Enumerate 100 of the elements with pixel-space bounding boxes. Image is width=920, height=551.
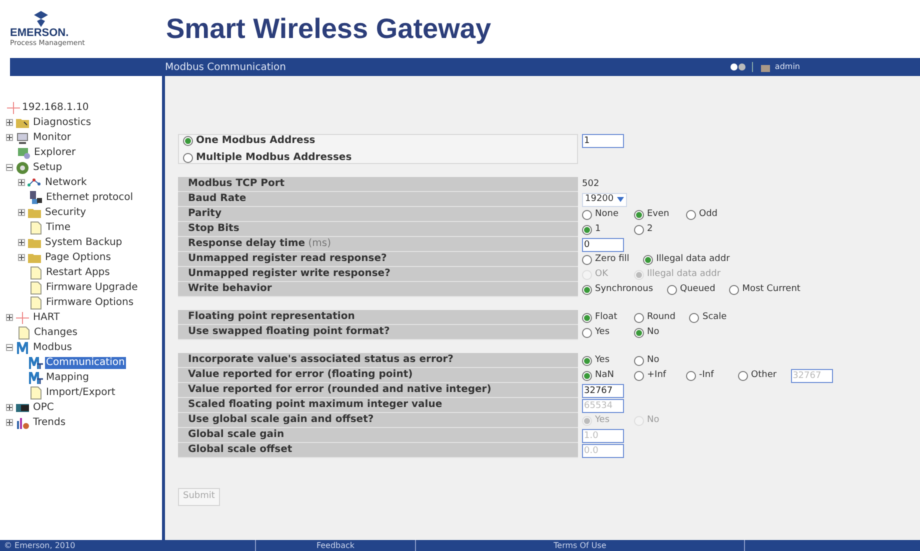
- tree-item[interactable]: Ethernet protocol: [45, 192, 134, 204]
- tree-item[interactable]: Changes: [33, 326, 78, 338]
- modbus-icon: [28, 370, 43, 385]
- expand-icon[interactable]: [6, 404, 13, 411]
- field-label: Value reported for error (floating point): [178, 368, 578, 383]
- radio-button[interactable]: [634, 328, 644, 338]
- monitor-icon: [15, 130, 30, 145]
- radio-button[interactable]: [634, 356, 644, 366]
- radio-button[interactable]: [582, 224, 592, 234]
- field-label: Use swapped floating point format?: [178, 325, 578, 340]
- expand-icon[interactable]: [18, 209, 25, 216]
- tree-item[interactable]: Trends: [32, 416, 67, 428]
- radio-button[interactable]: [686, 370, 696, 380]
- radio-button[interactable]: [634, 210, 644, 220]
- tree-item[interactable]: Modbus: [32, 342, 73, 354]
- tree-item[interactable]: HART: [32, 312, 61, 324]
- tree-item[interactable]: Firmware Options: [45, 296, 135, 308]
- footer-link[interactable]: Terms Of Use: [554, 540, 606, 551]
- radio-button[interactable]: [634, 370, 644, 380]
- field-label: Global scale offset: [178, 443, 578, 458]
- option-label: OK: [595, 268, 608, 281]
- input-field[interactable]: 32767: [582, 384, 624, 398]
- field-label: Response delay time (ms): [178, 237, 578, 252]
- expand-icon[interactable]: [18, 179, 25, 186]
- field-label: Unmapped register read response?: [178, 252, 578, 267]
- radio-button[interactable]: [729, 284, 740, 294]
- option-label: One Modbus Address: [196, 134, 316, 148]
- input-field[interactable]: 1: [582, 134, 624, 148]
- tree-item[interactable]: Firmware Upgrade: [45, 282, 139, 294]
- tree-root[interactable]: 192.168.1.10: [22, 100, 89, 115]
- field-label: Write behavior: [178, 282, 578, 297]
- option-label: Queued: [680, 282, 716, 296]
- brand-name: EMERSON.: [10, 27, 69, 39]
- expand-icon[interactable]: [18, 239, 25, 246]
- page-icon: [28, 220, 43, 235]
- dropdown-icon: [616, 197, 624, 202]
- tree-item[interactable]: Setup: [32, 162, 64, 174]
- radio-button[interactable]: [582, 210, 592, 220]
- field-label: Value reported for error (rounded and native integer): [178, 383, 578, 398]
- radio-button[interactable]: [582, 356, 592, 366]
- radio-button[interactable]: [634, 312, 644, 322]
- field-label: Baud Rate: [178, 192, 578, 207]
- radio-button[interactable]: [582, 312, 592, 322]
- field-label: Global scale gain: [178, 428, 578, 443]
- option-label: Other: [751, 368, 777, 382]
- tree-item[interactable]: OPC: [32, 402, 55, 414]
- option-label: Multiple Modbus Addresses: [196, 151, 352, 165]
- option-label: Yes: [595, 326, 610, 339]
- copyright-text: © Emerson, 2010: [3, 540, 76, 551]
- tree-item[interactable]: Restart Apps: [45, 266, 111, 278]
- collapse-icon[interactable]: [6, 344, 13, 351]
- radio-button[interactable]: [634, 224, 644, 234]
- tree-item[interactable]: System Backup: [44, 236, 124, 248]
- footer-link[interactable]: Feedback: [316, 540, 355, 551]
- collapse-icon[interactable]: [6, 164, 13, 171]
- radio-button[interactable]: [686, 210, 696, 220]
- tree-item[interactable]: Communication: [45, 356, 126, 368]
- radio-button[interactable]: [738, 370, 748, 380]
- radio-button[interactable]: [582, 370, 592, 380]
- page-icon: [28, 295, 43, 310]
- option-label: Yes: [595, 414, 610, 427]
- input-field[interactable]: 0: [582, 238, 624, 252]
- user-name[interactable]: admin: [774, 61, 800, 73]
- field-label: Unmapped register write response?: [178, 267, 578, 282]
- option-label: -Inf: [699, 368, 714, 382]
- radio-button[interactable]: [183, 152, 193, 162]
- baud-rate-select[interactable]: 19200: [582, 192, 627, 206]
- expand-icon[interactable]: [6, 119, 13, 126]
- option-label: Scale: [702, 310, 727, 324]
- tree-item[interactable]: Network: [44, 176, 88, 188]
- page-icon: [28, 280, 43, 295]
- tree-item[interactable]: Monitor: [32, 132, 72, 144]
- field-label: Modbus TCP Port: [178, 177, 578, 192]
- tree-item[interactable]: Page Options: [44, 252, 112, 264]
- tree-item[interactable]: Import/Export: [45, 386, 116, 398]
- tree-item[interactable]: Diagnostics: [32, 116, 92, 128]
- tree-item[interactable]: Explorer: [33, 146, 77, 158]
- option-label: Zero fill: [595, 252, 630, 266]
- option-label: None: [595, 208, 618, 221]
- option-label: Illegal data addr: [656, 252, 730, 266]
- expand-icon[interactable]: [18, 254, 25, 261]
- radio-button[interactable]: [582, 284, 592, 294]
- expand-icon[interactable]: [6, 314, 13, 321]
- tree-item[interactable]: Mapping: [45, 372, 90, 384]
- radio-button[interactable]: [667, 284, 678, 294]
- option-label: Even: [647, 208, 670, 221]
- radio-button[interactable]: [582, 328, 592, 338]
- option-label: 2: [647, 222, 653, 236]
- option-label: No: [647, 326, 660, 339]
- option-label: +Inf: [647, 368, 666, 382]
- tree-item[interactable]: Time: [45, 222, 72, 234]
- field-label: Use global scale gain and offset?: [178, 413, 578, 428]
- expand-icon[interactable]: [6, 419, 13, 426]
- radio-button[interactable]: [183, 136, 193, 146]
- field-label: Incorporate value's associated status as error?: [178, 353, 578, 368]
- radio-button[interactable]: [582, 254, 592, 264]
- radio-button[interactable]: [689, 312, 700, 322]
- expand-icon[interactable]: [6, 134, 13, 141]
- tree-item[interactable]: Security: [44, 206, 88, 218]
- radio-button[interactable]: [643, 254, 654, 264]
